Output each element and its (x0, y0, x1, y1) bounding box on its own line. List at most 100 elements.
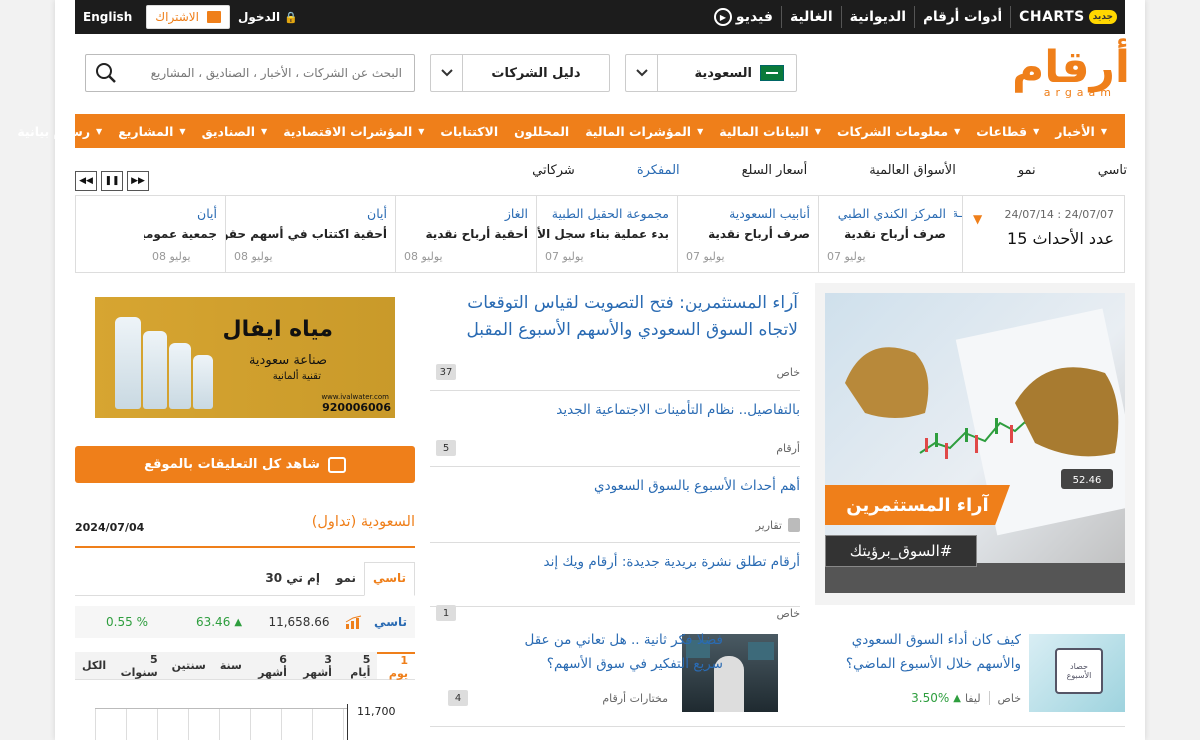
period-tab[interactable]: الكل (75, 652, 113, 679)
market-title[interactable]: السعودية (تداول) (312, 514, 415, 530)
period-tab[interactable]: 1 يوم (377, 652, 415, 680)
article-item[interactable]: بالتفاصيل.. نظام التأمينات الاجتماعية ال… (430, 391, 800, 467)
article-item[interactable]: أهم أحداث الأسبوع بالسوق السعودي تقارير (430, 467, 800, 543)
rewind-button[interactable]: ◀◀ (75, 171, 97, 191)
ticker-item[interactable]: أيان جمعية عمومية 08 يوليو (144, 196, 225, 272)
events-count: عدد الأحداث 15 (1007, 229, 1114, 248)
nav-label: البيانات المالية (719, 123, 809, 139)
logo-en: argaam (1043, 86, 1116, 99)
chevron-down-icon (626, 55, 658, 91)
english-link[interactable]: English (83, 10, 132, 24)
article-source: تقارير (755, 518, 782, 532)
subnav-item[interactable]: شركاتي (532, 163, 575, 178)
subscribe-button[interactable]: الاشتراك (146, 5, 230, 29)
divider (430, 606, 800, 607)
nav-item[interactable]: الاكتتابات (432, 124, 506, 139)
ad-banner[interactable]: مياه ايفال صناعة سعودية تقنية ألمانية ww… (95, 297, 395, 418)
nav-item[interactable]: ▼ البيانات المالية (711, 124, 829, 139)
market-chart (95, 708, 347, 740)
ticker-item[interactable]: أنابيب السعودية صرف أرباح نقدية 07 يوليو (677, 196, 818, 272)
comments-count[interactable]: 37 (436, 364, 456, 380)
nav-item[interactable]: المحللون (506, 124, 577, 139)
companies-select[interactable]: دليل الشركات (430, 54, 610, 92)
caret-down-icon: ▼ (1100, 126, 1107, 136)
article-list: آراء المستثمرين: فتح التصويت لقياس التوق… (430, 290, 801, 621)
all-comments-button[interactable]: شاهد كل التعليقات بالموقع (75, 446, 415, 483)
bottom-article[interactable]: فضلا فكر ثانية .. هل تعاني من عقل سريع ا… (503, 628, 724, 676)
argaam-logo[interactable]: أرقام argaam (1000, 42, 1131, 104)
search-input[interactable]: البحث عن الشركات ، الأخبار ، الصناديق ، … (126, 66, 414, 80)
nav-item[interactable]: ▼ معلومات الشركات (829, 124, 968, 139)
charts-link[interactable]: جديد CHARTS (1019, 9, 1117, 25)
nav-item[interactable]: ▼ الصناديق (194, 124, 276, 139)
pause-button[interactable]: ❚❚ (101, 171, 123, 191)
index-row[interactable]: تاسي 11,658.66 63.46 ▲ 0.55 % (75, 606, 415, 638)
hero-card[interactable]: 52.46 آراء المستثمرين #السوق_برؤيتك (815, 283, 1135, 605)
market-tab[interactable]: نمو (328, 571, 364, 595)
nav-item[interactable]: ▼ المشاريع (110, 124, 193, 139)
weekly-thumb[interactable]: حصاد الأسبوع (1029, 634, 1125, 712)
article-source: مختارات أرقام (602, 691, 668, 705)
hero-chart-badge: 52.46 (1073, 475, 1102, 486)
period-tab[interactable]: سنة (213, 652, 249, 679)
pause-icon: ❚❚ (104, 176, 120, 186)
comments-count[interactable]: 1 (436, 605, 456, 621)
arrow-up-icon: ▲ (234, 616, 243, 628)
chart-icon (339, 615, 369, 629)
tools-link[interactable]: أدوات أرقام (923, 9, 1002, 25)
ticker-item[interactable]: المركز الكندي الطبي صرف أرباح نقدية 07 يول… (818, 196, 954, 272)
article-title: آراء المستثمرين: فتح التصويت لقياس التوق… (466, 293, 798, 340)
period-tab[interactable]: سنتين (165, 652, 213, 679)
comments-icon (327, 456, 346, 473)
period-tab[interactable]: 5 أيام (339, 652, 377, 679)
lock-icon (788, 518, 800, 532)
market-tab[interactable]: تاسي (364, 562, 415, 596)
nav-item[interactable]: ▼ رسوم بيانية (9, 124, 110, 139)
period-tab[interactable]: 6 أشهر (249, 652, 294, 679)
ticker-item[interactable]: أيان أحقية اكتتاب في أسهم حقو... 08 يوليو (225, 196, 395, 272)
article-title: أرقام تطلق نشرة بريدية جديدة: أرقام ويك … (543, 554, 801, 570)
forward-button[interactable]: ▶▶ (127, 171, 149, 191)
video-link[interactable]: فيديو ▶ (713, 8, 773, 26)
play-icon: ▶ (713, 8, 732, 26)
market-tabs: تاسي نمو إم تي 30 (75, 560, 415, 596)
country-label: السعودية (694, 65, 753, 81)
country-select[interactable]: السعودية (625, 54, 797, 92)
ticker-date: 07 يوليو (686, 250, 725, 263)
ghaliya-link[interactable]: الغالية (790, 9, 833, 25)
bottom-article[interactable]: كيف كان أداء السوق السعودي والأسهم خلال … (821, 628, 1021, 676)
nav-item[interactable]: ▼ المؤشرات الاقتصادية (275, 124, 432, 139)
change-value: 63.46 (195, 615, 231, 629)
nav-item[interactable]: ▼ المؤشرات المالية (577, 124, 711, 139)
tag-name[interactable]: ليفا (965, 692, 981, 705)
ticker-item[interactable]: الغاز أحقية أرباح نقدية 08 يوليو (395, 196, 536, 272)
article-title: أهم أحداث الأسبوع بالسوق السعودي (594, 478, 800, 494)
subnav-item[interactable]: تاسي (1098, 163, 1127, 178)
period-tab[interactable]: 3 أشهر (294, 652, 339, 679)
chart-axis (347, 704, 348, 740)
subnav-item[interactable]: الأسواق العالمية (869, 163, 956, 178)
login-link[interactable]: الدخول 🔒 (238, 10, 298, 24)
comments-count[interactable]: 5 (436, 440, 456, 456)
nav-item[interactable]: ▼ الأخبار (1047, 124, 1115, 139)
nav-item[interactable]: ▼ قطاعات (968, 124, 1047, 139)
ticker-date: 08 يوليو (234, 250, 273, 263)
article-item[interactable]: آراء المستثمرين: فتح التصويت لقياس التوق… (430, 290, 800, 391)
diwaniya-link[interactable]: الديوانية (850, 9, 906, 25)
market-tab[interactable]: إم تي 30 (257, 571, 328, 595)
events-summary[interactable]: 24/07/14 : 24/07/07 عدد الأحداث 15 ▼ (962, 196, 1124, 272)
subnav-item[interactable]: نمو (1018, 163, 1036, 178)
index-percent: 0.55 % (106, 615, 148, 629)
charts-label: CHARTS (1019, 9, 1085, 25)
search-icon[interactable] (86, 62, 126, 84)
comments-count[interactable]: 4 (448, 690, 468, 706)
video-label: فيديو (735, 9, 773, 25)
period-tab[interactable]: 5 سنوات (113, 652, 165, 679)
ticker-cut: ـة (954, 206, 962, 220)
subnav-item[interactable]: المفكرة (637, 163, 680, 178)
sub-nav: تاسي نمو الأسواق العالمية أسعار السلع المفكر… (532, 163, 1127, 178)
article-item[interactable]: أرقام تطلق نشرة بريدية جديدة: أرقام ويك … (430, 543, 801, 621)
ticker-item[interactable]: مجموعة الحقيل الطبية بدء عملية بناء سجل ا… (536, 196, 677, 272)
search-box[interactable]: البحث عن الشركات ، الأخبار ، الصناديق ، … (85, 54, 415, 92)
subnav-item[interactable]: أسعار السلع (742, 163, 808, 178)
